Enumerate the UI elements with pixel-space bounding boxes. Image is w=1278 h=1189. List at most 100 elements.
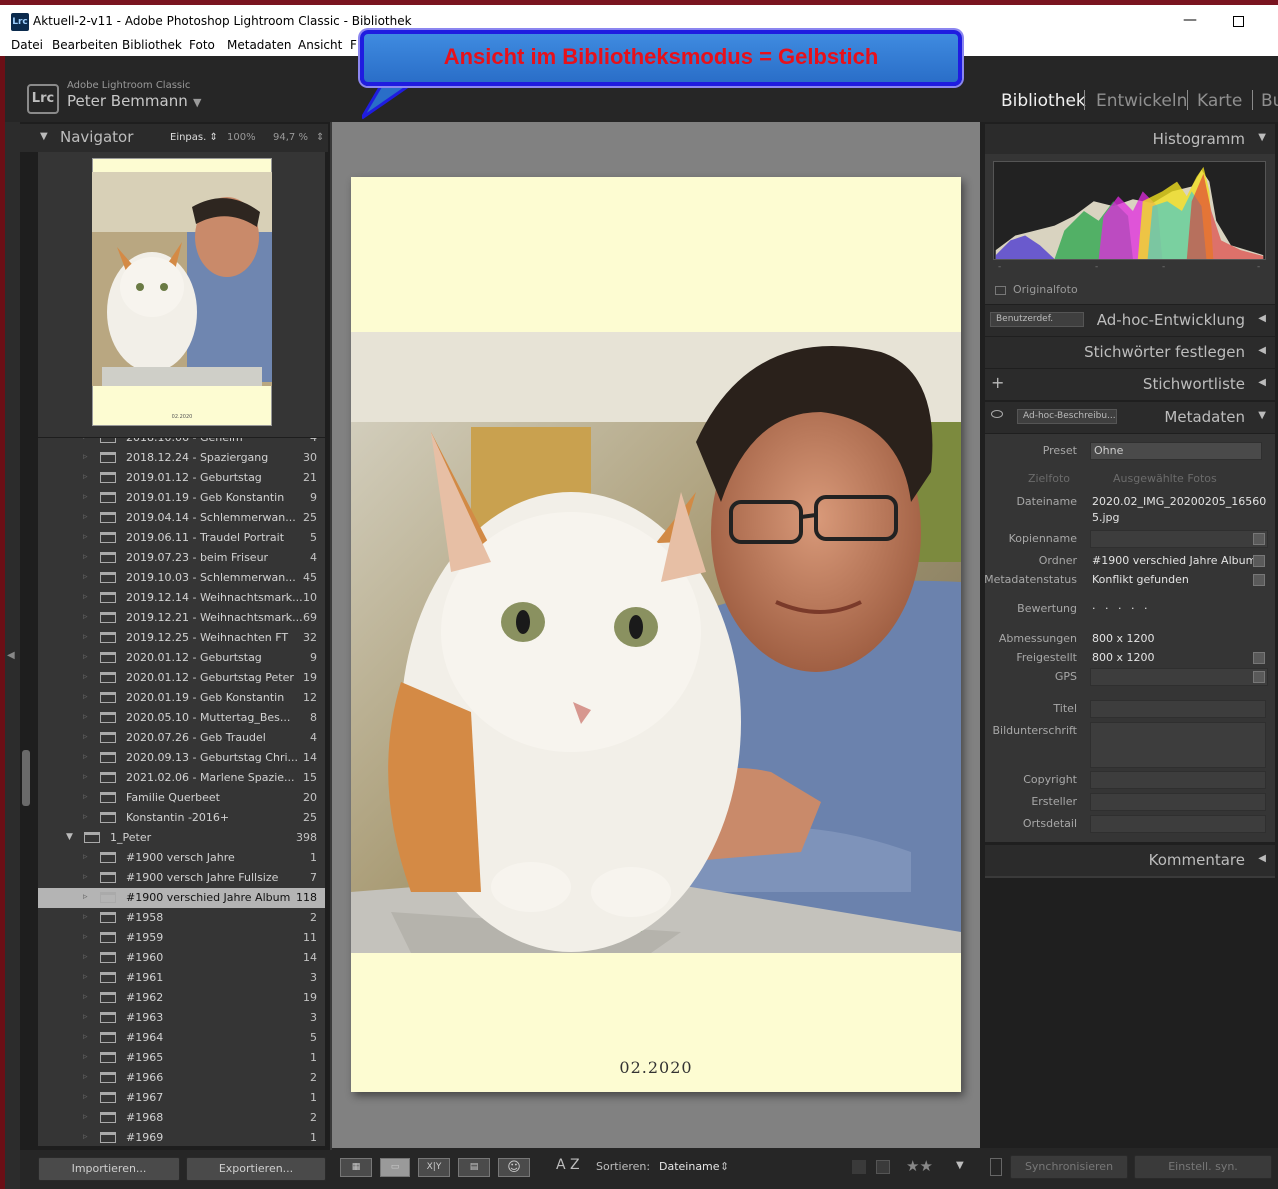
disclosure-triangle-icon[interactable]: ▹ — [83, 1132, 88, 1142]
disclosure-triangle-icon[interactable]: ▹ — [83, 1012, 88, 1022]
chevron-down-icon[interactable]: ▼ — [193, 96, 201, 109]
collapse-triangle-icon[interactable]: ◀ — [1258, 377, 1266, 388]
sort-select[interactable]: Dateiname — [659, 1160, 720, 1173]
folder-row[interactable]: ▹ Konstantin -2016+ 25 — [38, 808, 325, 828]
disclosure-triangle-icon[interactable]: ▹ — [83, 972, 88, 982]
folder-row[interactable]: ▹ #1958 2 — [38, 908, 325, 928]
goto-folder-icon[interactable] — [1253, 555, 1265, 567]
original-photo-checkbox[interactable] — [995, 286, 1006, 295]
disclosure-triangle-icon[interactable]: ▹ — [83, 592, 88, 602]
folder-row[interactable]: ▹ 2019.12.21 - Weihnachtsmark... 69 — [38, 608, 325, 628]
folder-row[interactable]: ▹ 2019.12.25 - Weihnachten FT 32 — [38, 628, 325, 648]
histogram-graph[interactable] — [993, 161, 1266, 260]
disclosure-triangle-icon[interactable]: ▹ — [83, 1092, 88, 1102]
folder-row[interactable]: ▹ 2018.10.06 - Geheim 4 — [38, 438, 325, 448]
folder-row[interactable]: ▹ #1966 2 — [38, 1068, 325, 1088]
disclosure-triangle-icon[interactable]: ▹ — [83, 452, 88, 462]
folder-row[interactable]: ▹ 2019.01.12 - Geburtstag 21 — [38, 468, 325, 488]
disclosure-triangle-icon[interactable]: ▹ — [83, 952, 88, 962]
filename-value[interactable]: 2020.02_IMG_20200205_16560 — [1092, 495, 1266, 508]
menu-ansicht[interactable]: Ansicht — [298, 38, 342, 52]
disclosure-triangle-icon[interactable]: ▹ — [83, 552, 88, 562]
folder-row[interactable]: ▹ 2019.10.03 - Schlemmerwan... 45 — [38, 568, 325, 588]
eye-icon[interactable] — [991, 410, 1003, 418]
disclosure-triangle-icon[interactable]: ▹ — [83, 792, 88, 802]
star-rating-icon[interactable]: ★★ — [906, 1157, 933, 1175]
disclosure-triangle-icon[interactable]: ▹ — [83, 632, 88, 642]
metadata-status-icon[interactable] — [1253, 574, 1265, 586]
folder-row[interactable]: ▹ #1900 versch Jahre Fullsize 7 — [38, 868, 325, 888]
sync-settings-button[interactable]: Einstell. syn. — [1134, 1155, 1272, 1179]
disclosure-triangle-icon[interactable]: ▹ — [83, 892, 88, 902]
disclosure-triangle-icon[interactable]: ▹ — [83, 438, 88, 442]
metadata-preset-select[interactable]: Ad-hoc-Beschreibu... — [1017, 409, 1117, 424]
preset-select[interactable]: Ohne — [1090, 442, 1262, 460]
copyname-field[interactable] — [1090, 530, 1268, 548]
folder-row[interactable]: ▹ #1967 1 — [38, 1088, 325, 1108]
menu-bibliothek[interactable]: Bibliothek — [122, 38, 182, 52]
disclosure-triangle-icon[interactable]: ▹ — [83, 1052, 88, 1062]
toolbar-menu-icon[interactable]: ▼ — [956, 1160, 964, 1171]
folder-row[interactable]: ▹ #1965 1 — [38, 1048, 325, 1068]
grid-view-icon[interactable]: ▦ — [340, 1158, 372, 1177]
maximize-button[interactable] — [1233, 16, 1244, 27]
folder-row[interactable]: ▹ 2019.06.11 - Traudel Portrait 5 — [38, 528, 325, 548]
module-book[interactable]: Bu — [1261, 91, 1278, 111]
quick-develop-header[interactable]: Benutzerdef. Ad-hoc-Entwicklung ◀ — [985, 305, 1275, 336]
disclosure-triangle-icon[interactable]: ▹ — [83, 472, 88, 482]
folder-row[interactable]: ▹ 2019.04.14 - Schlemmerwan... 25 — [38, 508, 325, 528]
folder-row[interactable]: ▹ 2020.01.12 - Geburtstag Peter 19 — [38, 668, 325, 688]
disclosure-triangle-icon[interactable]: ▹ — [83, 672, 88, 682]
sync-button[interactable]: Synchronisieren — [1010, 1155, 1128, 1179]
disclosure-triangle-icon[interactable]: ▹ — [83, 752, 88, 762]
folder-row[interactable]: ▹ #1963 3 — [38, 1008, 325, 1028]
folder-row[interactable]: ▹ 2019.12.14 - Weihnachtsmark... 10 — [38, 588, 325, 608]
module-develop[interactable]: Entwickeln — [1096, 91, 1187, 111]
folder-row[interactable]: ▹ 2020.07.26 - Geb Traudel 4 — [38, 728, 325, 748]
metadata-header[interactable]: Ad-hoc-Beschreibu... Metadaten ▼ — [985, 402, 1275, 433]
filename-value-continued[interactable]: 5.jpg — [1092, 511, 1120, 524]
collapse-triangle-icon[interactable]: ◀ — [1258, 345, 1266, 356]
folder-row[interactable]: ▹ #1961 3 — [38, 968, 325, 988]
reject-flag-icon[interactable] — [876, 1160, 890, 1174]
survey-view-icon[interactable]: ▤ — [458, 1158, 490, 1177]
compare-view-icon[interactable]: X|Y — [418, 1158, 450, 1177]
goto-crop-icon[interactable] — [1253, 652, 1265, 664]
zoom-fit-option[interactable]: Einpas. ⇕ — [170, 132, 218, 143]
disclosure-triangle-icon[interactable]: ▹ — [83, 1032, 88, 1042]
disclosure-triangle-icon[interactable]: ▹ — [83, 512, 88, 522]
flag-icon[interactable] — [852, 1160, 866, 1174]
module-map[interactable]: Karte — [1197, 91, 1242, 111]
folder-row[interactable]: ▹ 2018.12.24 - Spaziergang 30 — [38, 448, 325, 468]
disclosure-triangle-icon[interactable]: ▹ — [83, 712, 88, 722]
sync-toggle-icon[interactable] — [990, 1158, 1002, 1176]
menu-fenster[interactable]: F — [350, 38, 357, 52]
expand-triangle-icon[interactable]: ▼ — [40, 131, 48, 142]
collapse-left-panel-icon[interactable]: ◀ — [7, 650, 15, 661]
disclosure-triangle-icon[interactable]: ▹ — [83, 732, 88, 742]
quick-develop-preset-select[interactable]: Benutzerdef. — [990, 312, 1084, 327]
copyright-field[interactable] — [1090, 771, 1266, 789]
goto-map-icon[interactable] — [1253, 671, 1265, 683]
caption-field[interactable] — [1090, 722, 1266, 768]
comments-header[interactable]: Kommentare ◀ — [985, 845, 1275, 876]
title-field[interactable] — [1090, 700, 1266, 718]
disclosure-triangle-icon[interactable]: ▹ — [83, 572, 88, 582]
folder-row[interactable]: ▹ 2020.01.12 - Geburtstag 9 — [38, 648, 325, 668]
folder-row[interactable]: ▹ #1969 1 — [38, 1128, 325, 1146]
disclosure-triangle-icon[interactable]: ▼ — [66, 832, 73, 842]
folder-list-scrollbar[interactable] — [22, 750, 30, 806]
people-view-icon[interactable]: ☺ — [498, 1158, 530, 1177]
sort-select-arrows-icon[interactable]: ⇕ — [720, 1160, 729, 1173]
zoom-custom-option[interactable]: 94,7 % — [273, 132, 308, 143]
menu-metadaten[interactable]: Metadaten — [227, 38, 291, 52]
goto-arrow-icon[interactable] — [1253, 533, 1265, 545]
sort-direction-icon[interactable]: A Z — [556, 1157, 580, 1173]
add-keyword-icon[interactable]: + — [991, 373, 1004, 392]
histogram-header[interactable]: Histogramm ▼ — [985, 124, 1275, 155]
rating-stars[interactable]: · · · · · — [1092, 602, 1150, 615]
keywording-header[interactable]: Stichwörter festlegen ◀ — [985, 337, 1275, 368]
disclosure-triangle-icon[interactable]: ▹ — [83, 812, 88, 822]
creator-field[interactable] — [1090, 793, 1266, 811]
location-field[interactable] — [1090, 815, 1266, 833]
